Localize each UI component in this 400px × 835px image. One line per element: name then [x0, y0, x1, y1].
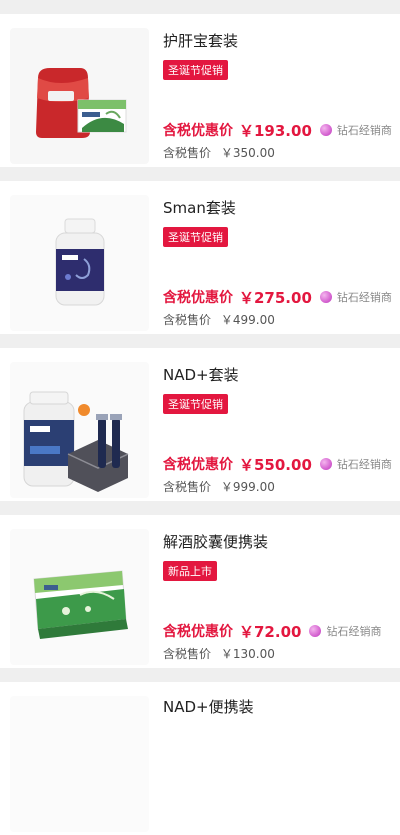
- member-level: 钻石经销商: [319, 456, 392, 472]
- diamond-level-icon: [319, 291, 332, 303]
- top-divider: [0, 0, 400, 14]
- hangover-capsule-box-image: [10, 529, 149, 665]
- original-price-label: 含税售价: [163, 647, 212, 661]
- diamond-level-icon: [319, 124, 332, 136]
- supplement-bottle-image: [10, 195, 149, 331]
- discount-price: ￥72.00: [239, 622, 302, 641]
- discount-price-label: 含税优惠价: [163, 624, 233, 640]
- discount-price: ￥193.00: [239, 121, 312, 140]
- original-price-row: 含税售价 ￥499.00: [163, 311, 275, 328]
- original-price-row: 含税售价 ￥999.00: [163, 478, 275, 495]
- discount-price: ￥550.00: [239, 455, 312, 474]
- member-level-text: 钻石经销商: [336, 291, 392, 304]
- product-title[interactable]: NAD+套装: [163, 364, 239, 385]
- diamond-level-icon: [319, 458, 332, 470]
- product-image[interactable]: [10, 696, 149, 832]
- promo-tag: 圣诞节促销: [163, 394, 228, 414]
- member-level-text: 钻石经销商: [336, 458, 392, 471]
- product-title[interactable]: Sman套装: [163, 197, 236, 218]
- product-image[interactable]: [10, 529, 149, 665]
- member-level-text: 钻石经销商: [326, 625, 382, 638]
- original-price: ￥499.00: [220, 313, 275, 327]
- promo-tag: 圣诞节促销: [163, 227, 228, 247]
- product-title[interactable]: 护肝宝套装: [163, 30, 238, 51]
- discount-price-label: 含税优惠价: [163, 123, 233, 139]
- product-image[interactable]: [10, 195, 149, 331]
- original-price-label: 含税售价: [163, 146, 212, 160]
- original-price-row: 含税售价 ￥130.00: [163, 645, 275, 662]
- product-card[interactable]: Sman套装 圣诞节促销 含税优惠价 ￥275.00 钻石经销商 含税售价 ￥4…: [0, 181, 400, 334]
- new-arrival-tag: 新品上市: [163, 561, 217, 581]
- member-level-text: 钻石经销商: [336, 124, 392, 137]
- diamond-level-icon: [309, 625, 322, 637]
- discount-price-row: 含税优惠价 ￥193.00 钻石经销商: [163, 120, 392, 140]
- discount-price-row: 含税优惠价 ￥72.00 钻石经销商: [163, 621, 381, 641]
- product-card[interactable]: NAD+套装 圣诞节促销 含税优惠价 ￥550.00 钻石经销商 含税售价 ￥9…: [0, 348, 400, 501]
- original-price: ￥350.00: [220, 146, 275, 160]
- promo-tag: 圣诞节促销: [163, 60, 228, 80]
- member-level: 钻石经销商: [309, 623, 381, 639]
- product-card[interactable]: 护肝宝套装 圣诞节促销 含税优惠价 ￥193.00 钻石经销商 含税售价 ￥35…: [0, 14, 400, 167]
- original-price: ￥999.00: [220, 480, 275, 494]
- original-price-label: 含税售价: [163, 313, 212, 327]
- nad-set-image: [10, 362, 149, 498]
- member-level: 钻石经销商: [319, 289, 392, 305]
- product-card[interactable]: 解酒胶囊便携装 新品上市 含税优惠价 ￥72.00 钻石经销商 含税售价 ￥13…: [0, 515, 400, 668]
- product-card[interactable]: NAD+便携装: [0, 682, 400, 835]
- product-title[interactable]: NAD+便携装: [163, 696, 254, 717]
- discount-price-row: 含税优惠价 ￥275.00 钻石经销商: [163, 287, 392, 307]
- product-title[interactable]: 解酒胶囊便携装: [163, 531, 268, 552]
- liver-care-set-image: [10, 28, 149, 164]
- product-image[interactable]: [10, 362, 149, 498]
- original-price-label: 含税售价: [163, 480, 212, 494]
- original-price: ￥130.00: [220, 647, 275, 661]
- discount-price: ￥275.00: [239, 288, 312, 307]
- product-image[interactable]: [10, 28, 149, 164]
- discount-price-label: 含税优惠价: [163, 457, 233, 473]
- discount-price-row: 含税优惠价 ￥550.00 钻石经销商: [163, 454, 392, 474]
- discount-price-label: 含税优惠价: [163, 290, 233, 306]
- member-level: 钻石经销商: [319, 122, 392, 138]
- original-price-row: 含税售价 ￥350.00: [163, 144, 275, 161]
